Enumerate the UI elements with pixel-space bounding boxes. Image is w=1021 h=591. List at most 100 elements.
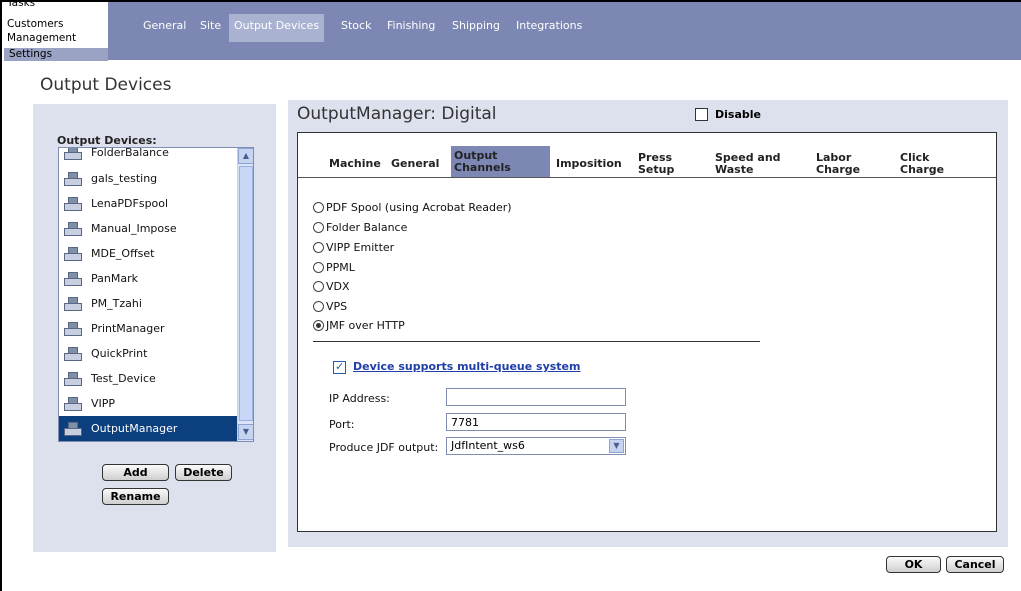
- subtab-machine[interactable]: Machine: [329, 158, 381, 170]
- printer-device-icon: [64, 346, 82, 361]
- subtab-output-channels[interactable]: Output Channels: [454, 150, 511, 174]
- radio-vps[interactable]: [313, 301, 324, 312]
- radio-vps-label: VPS: [326, 300, 348, 313]
- list-item[interactable]: Manual_Impose: [59, 216, 237, 241]
- list-item-label: PM_Tzahi: [91, 297, 142, 310]
- printer-device-icon: [64, 271, 82, 286]
- printer-device-icon: [64, 396, 82, 411]
- list-item-selected[interactable]: OutputManager: [59, 416, 237, 441]
- ip-address-field[interactable]: [446, 388, 626, 406]
- list-item[interactable]: LenaPDFspool: [59, 191, 237, 216]
- port-field[interactable]: 7781: [446, 413, 626, 431]
- scroll-down-icon[interactable]: ▼: [238, 424, 253, 440]
- cancel-button[interactable]: Cancel: [946, 556, 1004, 573]
- radio-vdx-label: VDX: [326, 280, 350, 293]
- radio-folder-balance-label: Folder Balance: [326, 221, 408, 234]
- menu-tasks[interactable]: Tasks: [7, 0, 35, 9]
- jdf-output-select[interactable]: JdfIntent_ws6 ▼: [446, 437, 626, 455]
- subtab-labor-charge[interactable]: Labor Charge: [816, 152, 860, 176]
- radio-folder-balance[interactable]: [313, 222, 324, 233]
- radio-ppml-label: PPML: [326, 261, 355, 274]
- radio-vipp-emitter-label: VIPP Emitter: [326, 241, 395, 254]
- mini-menu: Tasks Customers Management Settings: [2, 0, 108, 61]
- top-navigation: General Site Output Devices Stock Finish…: [108, 2, 1021, 42]
- subtab-output-channels-line2: Channels: [454, 161, 511, 174]
- delete-button[interactable]: Delete: [175, 464, 232, 481]
- printer-device-icon: [64, 221, 82, 236]
- list-item[interactable]: PrintManager: [59, 316, 237, 341]
- tab-integrations[interactable]: Integrations: [511, 17, 587, 39]
- ok-button[interactable]: OK: [886, 556, 941, 573]
- section-divider: [313, 341, 760, 342]
- jdf-output-value: JdfIntent_ws6: [451, 439, 525, 452]
- radio-jmf-over-http-label: JMF over HTTP: [326, 319, 405, 332]
- radio-vdx[interactable]: [313, 281, 324, 292]
- multi-queue-label[interactable]: Device supports multi-queue system: [353, 360, 580, 373]
- rename-button[interactable]: Rename: [102, 488, 169, 505]
- menu-management[interactable]: Management: [7, 32, 76, 44]
- printer-device-icon: [64, 421, 82, 436]
- list-item[interactable]: FolderBalance: [59, 148, 237, 165]
- devices-listbox[interactable]: FolderBalance gals_testing LenaPDFspool …: [58, 147, 254, 442]
- subtab-general-label: General: [391, 157, 440, 170]
- tab-finishing[interactable]: Finishing: [382, 17, 440, 39]
- subtab-speed-waste[interactable]: Speed and Waste: [715, 152, 781, 176]
- scroll-up-icon[interactable]: ▲: [238, 148, 253, 164]
- add-button[interactable]: Add: [102, 464, 169, 481]
- subtab-general[interactable]: General: [391, 158, 439, 170]
- list-item-label: QuickPrint: [91, 347, 148, 360]
- tab-site[interactable]: Site: [195, 17, 226, 39]
- list-item[interactable]: gals_testing: [59, 166, 237, 191]
- tab-stock[interactable]: Stock: [336, 17, 376, 39]
- ip-address-label: IP Address:: [329, 392, 390, 405]
- subtab-imposition-label: Imposition: [556, 157, 622, 170]
- page-title: Output Devices: [40, 75, 172, 95]
- subtab-imposition[interactable]: Imposition: [556, 158, 622, 170]
- list-item-label: LenaPDFspool: [91, 197, 169, 210]
- radio-pdf-spool[interactable]: [313, 202, 324, 213]
- list-item[interactable]: VIPP: [59, 391, 237, 416]
- subtab-press-setup-line2: Setup: [638, 163, 675, 176]
- printer-device-icon: [64, 371, 82, 386]
- tab-output-devices[interactable]: Output Devices: [229, 14, 325, 42]
- list-item[interactable]: PanMark: [59, 266, 237, 291]
- list-item-label: PanMark: [91, 272, 138, 285]
- subtab-click-charge-line2: Charge: [900, 163, 945, 176]
- list-item[interactable]: MDE_Offset: [59, 241, 237, 266]
- radio-vipp-emitter[interactable]: [313, 242, 324, 253]
- printer-device-icon: [64, 196, 82, 211]
- nav-underbar: [108, 42, 1021, 60]
- subtab-press-setup[interactable]: Press Setup: [638, 152, 674, 176]
- menu-settings[interactable]: Settings: [4, 48, 108, 61]
- list-item[interactable]: QuickPrint: [59, 341, 237, 366]
- radio-pdf-spool-label: PDF Spool (using Acrobat Reader): [326, 201, 512, 214]
- devices-scrollbar[interactable]: ▲ ▼: [237, 148, 253, 441]
- port-label: Port:: [329, 418, 355, 431]
- subtab-click-charge[interactable]: Click Charge: [900, 152, 944, 176]
- subtab-machine-label: Machine: [329, 157, 381, 170]
- menu-customers[interactable]: Customers: [7, 18, 63, 30]
- tab-shipping[interactable]: Shipping: [447, 17, 505, 39]
- list-item-label: PrintManager: [91, 322, 165, 335]
- chevron-down-icon[interactable]: ▼: [609, 439, 624, 453]
- tab-general[interactable]: General: [138, 17, 191, 39]
- radio-ppml[interactable]: [313, 262, 324, 273]
- disable-label: Disable: [715, 108, 761, 121]
- list-item-label: VIPP: [91, 397, 116, 410]
- list-item-label: MDE_Offset: [91, 247, 155, 260]
- multi-queue-checkbox[interactable]: [333, 360, 346, 374]
- printer-device-icon: [64, 321, 82, 336]
- list-item-label: gals_testing: [91, 172, 158, 185]
- list-item[interactable]: PM_Tzahi: [59, 291, 237, 316]
- list-item-label: Manual_Impose: [91, 222, 177, 235]
- list-item[interactable]: Test_Device: [59, 366, 237, 391]
- devices-list-label: Output Devices:: [57, 134, 157, 147]
- radio-jmf-over-http[interactable]: [313, 320, 324, 331]
- device-title: OutputManager: Digital: [297, 104, 497, 124]
- disable-checkbox[interactable]: [695, 108, 708, 121]
- printer-device-icon: [64, 246, 82, 261]
- printer-device-icon: [64, 171, 82, 186]
- output-channels-box: Machine General Output Channels Impositi…: [297, 132, 997, 532]
- scrollbar-thumb[interactable]: [239, 166, 253, 421]
- jdf-output-label: Produce JDF output:: [329, 441, 439, 454]
